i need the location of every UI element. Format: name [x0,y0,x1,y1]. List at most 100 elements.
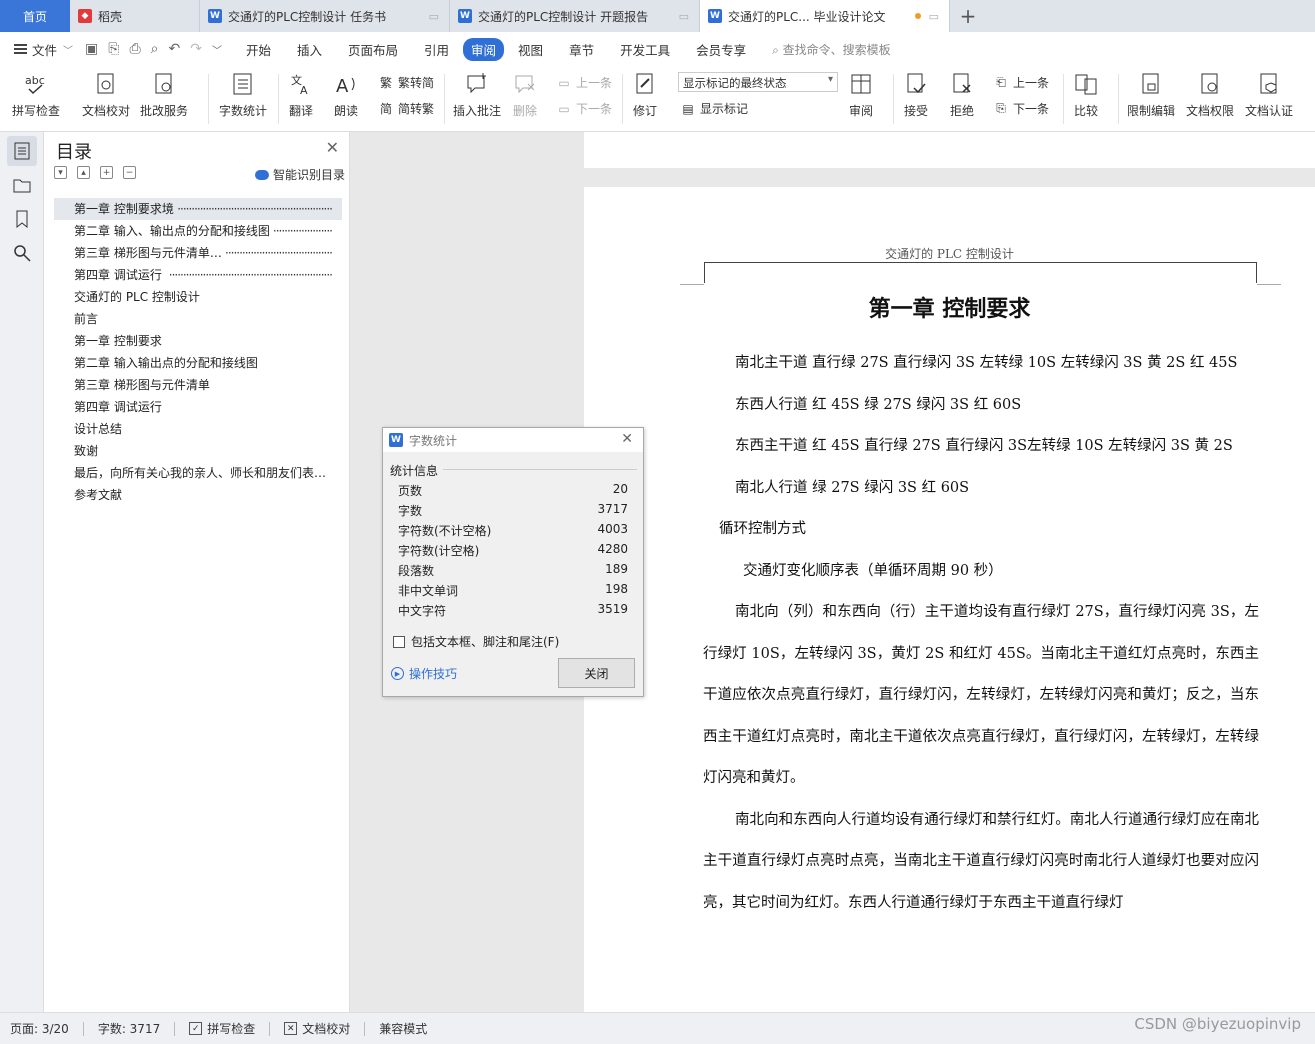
bookmark-icon[interactable] [7,204,37,234]
status-spell-check[interactable]: ✓ 拼写检查 [189,1020,255,1037]
menu-dev-tools[interactable]: 开发工具 [620,40,670,59]
print-icon[interactable]: ⎙ [129,41,140,57]
document-body[interactable]: 南北主干道 直行绿 27S 直行绿闪 3S 左转绿 10S 左转绿闪 3S 黄 … [703,343,1259,924]
menu-view[interactable]: 视图 [518,40,543,59]
undo-icon[interactable]: ↶ [169,41,181,57]
menu-chapter[interactable]: 章节 [569,40,594,59]
ribbon-divider [1118,74,1119,124]
close-icon[interactable]: ✕ [326,138,339,157]
translate-button[interactable]: 文A 翻译 [288,70,314,119]
tips-link[interactable]: ▶ 操作技巧 [391,665,457,682]
close-icon[interactable]: ✕ [621,431,633,447]
tab-thesis-doc[interactable]: W 交通灯的PLC... 毕业设计论文 ▭ [700,0,950,32]
close-button[interactable]: 关闭 [558,658,635,688]
reject-button[interactable]: 拒绝 [949,70,975,119]
compare-button[interactable]: 比较 [1073,70,1099,119]
review-service-button[interactable]: 批改服务 [140,70,188,119]
document-page[interactable]: 交通灯的 PLC 控制设计 第一章 控制要求 南北主干道 直行绿 27S 直行绿… [584,187,1315,1012]
toc-item[interactable]: 第二章 输入输出点的分配和接线图 [54,352,342,374]
menu-review[interactable]: 审阅 [463,37,505,61]
toc-item[interactable]: 前言 [54,308,342,330]
doc-permission-button[interactable]: 文档权限 [1186,70,1234,119]
chevron-down-icon: ﹀ [63,45,74,57]
toc-panel-icon[interactable] [7,136,37,166]
prev-comment-button[interactable]: ▭ 上一条 [556,74,612,91]
toc-item[interactable]: 第二章 输入、输出点的分配和接线图 [54,220,342,242]
collapse-icon[interactable]: ▾ [54,166,67,179]
tab-home[interactable]: 首页 [0,0,70,32]
tab-close-icon[interactable]: ▭ [429,10,439,23]
toc-pane: 目录 ✕ ▾ ▴ + − 智能识别目录 第一章 控制要求境 第二章 输入、输出点… [44,132,350,1012]
insert-comment-button[interactable]: 插入批注 [453,70,501,119]
file-menu[interactable]: 文件 ﹀ [14,40,73,59]
new-tab-button[interactable]: + [950,0,986,32]
menu-insert[interactable]: 插入 [297,40,322,59]
review-pane-button[interactable]: 审阅 [848,70,874,119]
add-level-icon[interactable]: + [100,166,113,179]
restrict-editing-button[interactable]: 限制编辑 [1127,70,1175,119]
toc-item[interactable]: 第一章 控制要求 [54,330,342,352]
include-textbox-checkbox[interactable]: 包括文本框、脚注和尾注(F) [393,633,559,650]
toc-item[interactable]: 参考文献 [54,484,342,506]
stat-value: 20 [612,482,628,496]
next-change-button[interactable]: ⎘ 下一条 [993,100,1049,117]
tab-proposal-doc[interactable]: W 交通灯的PLC控制设计 开题报告 ▭ [450,0,700,32]
tab-daoke[interactable]: ◆ 稻壳 [70,0,200,32]
toc-item[interactable]: 第一章 控制要求境 [54,198,342,220]
tab-task-doc[interactable]: W 交通灯的PLC控制设计 任务书 ▭ [200,0,450,32]
toc-item[interactable]: 第三章 梯形图与元件清单 [54,374,342,396]
dialog-titlebar[interactable]: W 字数统计 ✕ [383,428,643,452]
search-icon[interactable] [7,238,37,268]
wps-doc-icon: W [708,9,722,23]
toc-item[interactable]: 第三章 梯形图与元件清单… [54,242,342,264]
delete-comment-button[interactable]: 删除 [512,70,538,119]
insert-comment-label: 插入批注 [453,104,502,118]
search-icon: ⌕ [772,42,779,57]
command-search[interactable]: ⌕ 查找命令、搜索模板 [772,41,891,58]
tab-bar: 首页 ◆ 稻壳 W 交通灯的PLC控制设计 任务书 ▭ W 交通灯的PLC控制设… [0,0,1315,32]
quick-access-dropdown-icon[interactable]: ﹀ [212,42,222,57]
word-count-indicator[interactable]: 字数: 3717 [98,1020,160,1037]
toc-item[interactable]: 致谢 [54,440,342,462]
toc-item[interactable]: 交通灯的 PLC 控制设计 [54,286,342,308]
toc-item[interactable]: 第四章 调试运行 [54,264,342,286]
toc-item[interactable]: 第四章 调试运行 [54,396,342,418]
chapter-nav-icon[interactable] [7,170,37,200]
remove-level-icon[interactable]: − [123,166,136,179]
page-indicator[interactable]: 页面: 3/20 [10,1020,69,1037]
word-count-button[interactable]: 字数统计 [219,70,267,119]
show-markup-button[interactable]: ▤ 显示标记 [680,100,748,117]
compare-icon [1073,70,1099,98]
save-icon[interactable]: ▣ [85,41,98,57]
status-proofread-label: 文档校对 [302,1022,351,1036]
track-changes-button[interactable]: 修订 [632,70,658,119]
status-proofread[interactable]: ✕ 文档校对 [284,1020,350,1037]
toc-item[interactable]: 最后，向所有关心我的亲人、师长和朋友们表… [54,462,342,484]
next-comment-button[interactable]: ▭ 下一条 [556,100,612,117]
markup-state-select[interactable]: 显示标记的最终状态 [678,72,838,92]
menu-member[interactable]: 会员专享 [696,40,746,59]
doc-certify-button[interactable]: 文档认证 [1245,70,1293,119]
proofread-button[interactable]: 文档校对 [82,70,130,119]
simp-to-trad-icon: 简 [379,102,392,116]
tab-close-icon[interactable]: ▭ [929,10,939,23]
check-icon: ✓ [189,1022,203,1035]
toc-item[interactable]: 设计总结 [54,418,342,440]
export-pdf-icon[interactable]: ⎘ [108,41,119,57]
simp-to-trad-button[interactable]: 简 简转繁 [378,100,434,117]
menu-start[interactable]: 开始 [246,40,271,59]
prev-change-button[interactable]: ⎗ 上一条 [993,74,1049,91]
menu-page-layout[interactable]: 页面布局 [348,40,398,59]
menu-reference[interactable]: 引用 [424,40,449,59]
redo-icon[interactable]: ↷ [190,41,202,57]
read-aloud-button[interactable]: A 朗读 [333,70,359,119]
accept-button[interactable]: 接受 [903,70,929,119]
trad-to-simp-button[interactable]: 繁 繁转简 [378,74,434,91]
checkbox-box[interactable] [393,635,405,648]
toc-item-label: 致谢 [74,444,99,458]
smart-toc-button[interactable]: 智能识别目录 [254,166,345,183]
expand-up-icon[interactable]: ▴ [77,166,90,179]
tab-close-icon[interactable]: ▭ [679,10,689,23]
print-preview-icon[interactable]: ⌕ [151,41,159,57]
spell-check-button[interactable]: abc 拼写检查 [12,70,60,119]
